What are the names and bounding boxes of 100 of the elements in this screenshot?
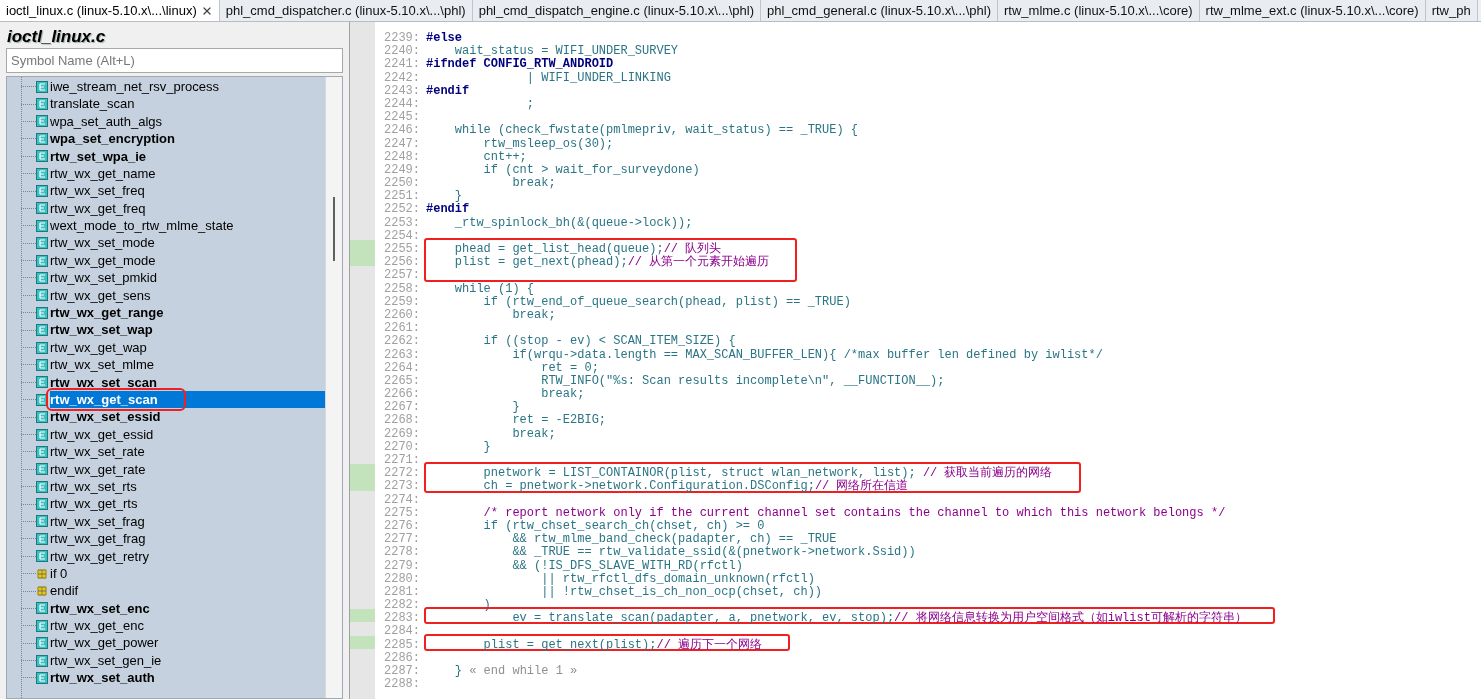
function-icon — [36, 498, 48, 511]
line-number: 2281: — [383, 583, 421, 597]
line-number: 2265: — [383, 372, 421, 386]
code-comment: // 遍历下一个网络 — [656, 636, 763, 649]
symbol-item[interactable]: rtw_wx_get_retry — [50, 547, 325, 565]
symbol-item[interactable]: rtw_wx_set_essid — [50, 408, 325, 426]
line-number: 2241: — [383, 56, 421, 69]
symbol-item[interactable]: rtw_wx_get_rate — [50, 460, 325, 478]
code-line: _rtw_spinlock_bh(&(queue->lock)); — [453, 214, 693, 227]
symbol-item[interactable]: wpa_set_auth_algs — [50, 112, 325, 131]
symbol-item[interactable]: translate_scan — [50, 95, 325, 113]
file-tab[interactable]: rtw_ph — [1425, 0, 1478, 21]
symbol-item[interactable]: rtw_wx_get_frag — [50, 530, 325, 548]
symbol-item[interactable]: rtw_wx_set_mode — [50, 234, 325, 252]
function-icon — [36, 272, 48, 284]
file-tab[interactable]: phl_cmd_dispatch_engine.c (linux-5.10.x\...\phl) — [472, 0, 761, 21]
code-comment: // 获取当前遍历的网络 — [922, 465, 1053, 478]
line-number: 2280: — [383, 570, 421, 583]
symbol-item[interactable]: rtw_wx_set_frag — [50, 512, 325, 531]
function-icon — [36, 463, 48, 476]
symbol-item[interactable]: rtw_wx_set_pmkid — [50, 269, 325, 287]
symbol-item[interactable]: rtw_wx_get_essid — [50, 425, 325, 444]
line-number: 2260: — [383, 306, 421, 320]
symbol-item[interactable]: rtw_wx_set_scan — [50, 373, 325, 392]
file-tab[interactable]: ioctl_linux.c (linux-5.10.x\...\linux) — [0, 0, 220, 21]
code-line: #ifndef CONFIG_RTW_ANDROID — [426, 56, 614, 69]
symbol-item[interactable]: rtw_wx_get_mode — [50, 251, 325, 270]
code-line: ev = translate_scan(padapter, a, pnetwork, ev, stop); — [511, 610, 895, 623]
symbol-item[interactable]: wpa_set_encryption — [50, 130, 325, 148]
function-icon — [36, 185, 48, 198]
function-icon — [36, 376, 48, 389]
symbol-item[interactable]: rtw_wx_get_enc — [50, 617, 325, 635]
code-line: ; — [525, 95, 535, 109]
code-line: if ((stop - ev) < SCAN_ITEM_SIZE) { — [482, 333, 736, 346]
symbol-item[interactable]: rtw_wx_get_rts — [50, 495, 325, 513]
file-tab[interactable]: phl_cmd_dispatcher.c (linux-5.10.x\...\phl) — [219, 0, 473, 21]
code-line: if (rtw_end_of_queue_search(phead, plist) == _TRUE) — [482, 294, 851, 306]
symbol-item[interactable]: if 0 — [50, 564, 325, 583]
code-line: rtw_msleep_os(30); — [482, 136, 614, 148]
line-number: 2277: — [383, 531, 421, 544]
file-tab[interactable]: rtw_mlme.c (linux-5.10.x\...\core) — [998, 0, 1200, 21]
symbol-item[interactable]: rtw_wx_set_mlme — [50, 356, 325, 374]
line-number: 2239: — [383, 30, 421, 43]
function-icon — [36, 411, 48, 424]
symbol-item[interactable]: rtw_wx_get_name — [50, 164, 325, 183]
code-line: break; — [511, 176, 556, 188]
symbol-item[interactable]: rtw_wx_get_freq — [50, 199, 325, 218]
line-number: 2254: — [383, 227, 421, 240]
symbol-item[interactable]: rtw_wx_set_freq — [50, 182, 325, 200]
symbol-item[interactable]: rtw_wx_set_gen_ie — [50, 651, 325, 670]
symbol-item[interactable]: rtw_wx_get_range — [50, 304, 325, 322]
symbol-item[interactable]: iwe_stream_net_rsv_process — [50, 78, 325, 96]
line-number: 2249: — [383, 161, 421, 175]
file-tab[interactable]: phl_cmd_general.c (linux-5.10.x\...\phl) — [761, 0, 998, 21]
symbol-item[interactable]: wext_mode_to_rtw_mlme_state — [50, 217, 325, 235]
line-number: 2286: — [383, 649, 421, 662]
line-number: 2245: — [383, 109, 421, 122]
code-line: plist = get_next(plist); — [482, 636, 657, 649]
code-line: | WIFI_UNDER_LINKING — [525, 69, 671, 82]
line-number: 2248: — [383, 148, 421, 161]
symbol-item[interactable]: endif — [50, 582, 325, 600]
function-icon — [36, 532, 48, 545]
line-number: 2284: — [383, 623, 421, 636]
function-icon — [36, 619, 48, 632]
line-number: 2253: — [383, 214, 421, 227]
line-number: 2283: — [383, 610, 421, 623]
file-tab[interactable]: rtw_mlme_ext.c (linux-5.10.x\...\core) — [1199, 0, 1426, 21]
line-number: 2282: — [383, 597, 421, 610]
scrollbar[interactable] — [325, 77, 342, 698]
function-icon — [36, 98, 48, 111]
symbol-item[interactable]: rtw_wx_set_rate — [50, 443, 325, 461]
line-number: 2256: — [383, 254, 421, 267]
line-number: 2240: — [383, 43, 421, 56]
line-number: 2271: — [383, 452, 421, 465]
code-line: wait_status = WIFI_UNDER_SURVEY — [454, 43, 679, 56]
symbol-item[interactable]: rtw_set_wpa_ie — [50, 147, 325, 165]
code-line: || rtw_rfctl_dfs_domain_unknown(rfctl) — [541, 571, 815, 583]
function-icon — [36, 202, 48, 215]
line-number: 2261: — [383, 320, 421, 333]
line-number: 2268: — [383, 412, 421, 425]
symbol-search-field[interactable]: Symbol Name (Alt+L) — [6, 48, 343, 73]
function-icon — [36, 515, 48, 528]
symbol-item[interactable]: rtw_wx_set_enc — [50, 599, 325, 618]
code-line: break; — [512, 307, 556, 320]
symbol-item[interactable]: rtw_wx_set_auth — [50, 669, 325, 687]
function-icon — [36, 602, 48, 615]
function-icon — [36, 115, 48, 128]
symbol-item[interactable]: rtw_wx_get_wap — [50, 338, 325, 357]
symbol-item[interactable]: rtw_wx_set_wap — [50, 321, 325, 339]
code-line: while (1) { — [453, 280, 535, 293]
code-comment: // 从第一个元素开始遍历 — [627, 254, 770, 267]
code-line: } — [482, 438, 491, 451]
code-line: } — [511, 399, 520, 412]
symbol-item[interactable]: rtw_wx_set_rts — [50, 478, 325, 496]
code-comment: // 将网络信息转换为用户空间格式（如iwlist可解析的字符串） — [894, 610, 1247, 623]
code-line: ret = -E2BIG; — [511, 413, 607, 425]
symbol-item[interactable]: rtw_wx_get_power — [50, 634, 325, 652]
line-number: 2288: — [383, 676, 421, 689]
code-line: || !rtw_chset_is_ch_non_ocp(chset, ch)) — [540, 584, 823, 597]
symbol-item[interactable]: rtw_wx_get_sens — [50, 286, 325, 305]
